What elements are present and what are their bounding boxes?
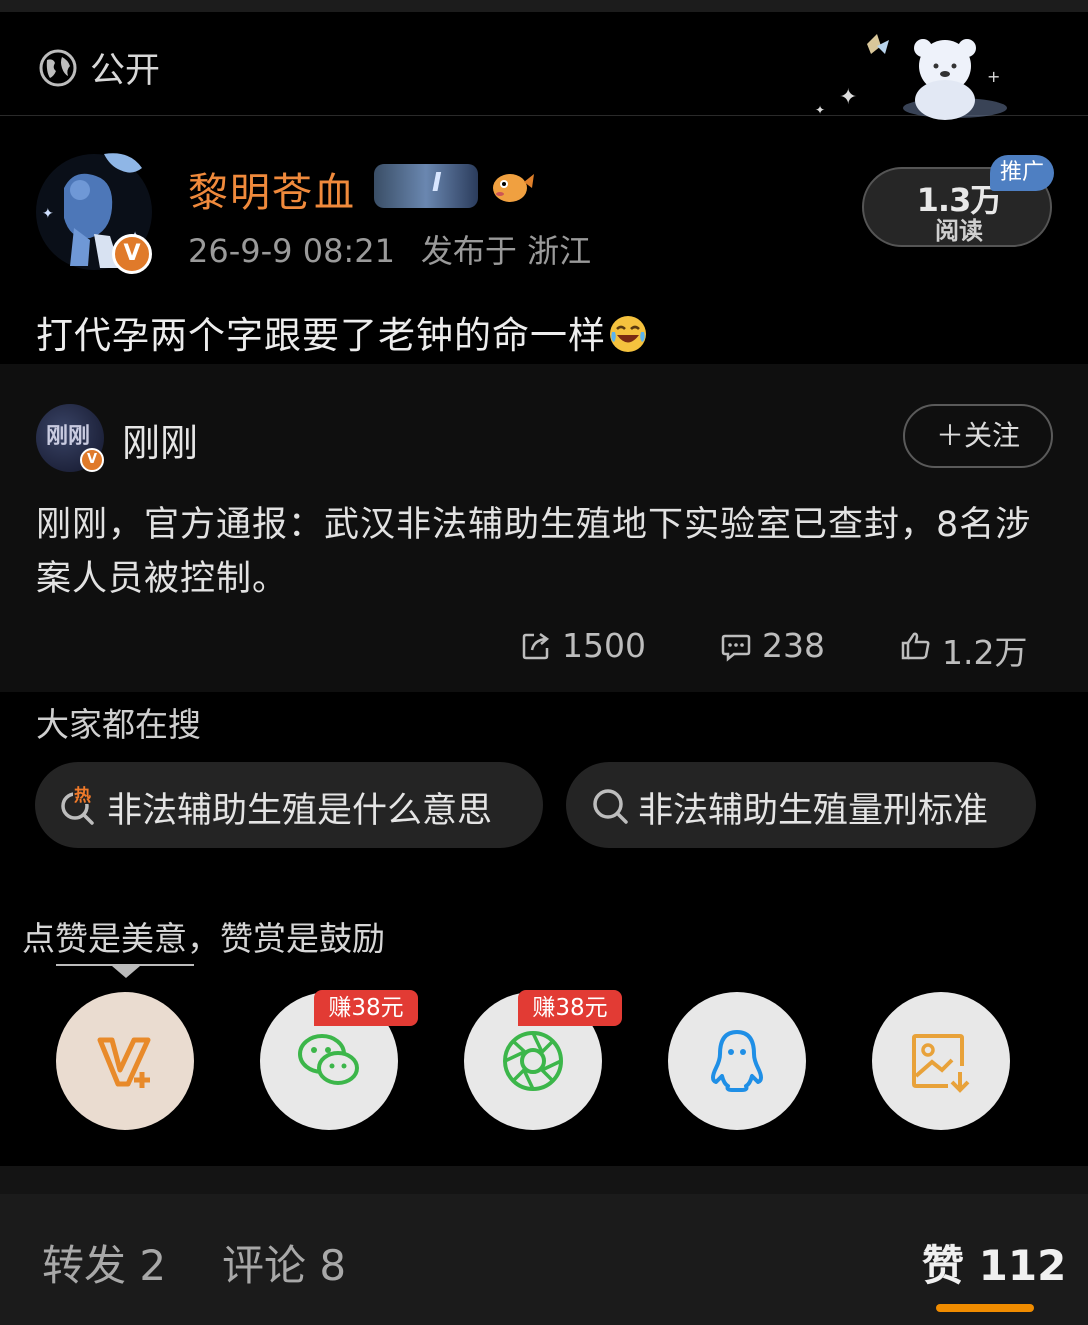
trending-search-chip[interactable]: 非法辅助生殖量刑标准 <box>566 762 1036 848</box>
quoted-post-text: 刚刚，官方通报：武汉非法辅助生殖地下实验室已查封，8名涉案人员被控制。 <box>36 505 1032 599</box>
post-body: 打代孕两个字跟要了老钟的命一样 <box>36 314 606 357</box>
reward-tip: 点赞是美意，赞赏是鼓励 <box>22 919 385 958</box>
quoted-verified-badge: V <box>80 448 104 472</box>
search-icon <box>593 789 628 824</box>
post-text: 打代孕两个字跟要了老钟的命一样 <box>36 305 648 359</box>
trending-search-title: 大家都在搜 <box>36 705 201 744</box>
active-tab-indicator <box>936 1304 1034 1312</box>
share-qq-button[interactable] <box>668 992 806 1130</box>
earn-badge: 赚38元 <box>314 990 418 1026</box>
earn-badge: 赚38元 <box>518 990 622 1026</box>
hot-search-icon: 热 <box>61 784 95 825</box>
quoted-like-count: 1.2万 <box>942 633 1028 672</box>
quoted-avatar-text: 刚刚 <box>46 424 91 449</box>
quoted-post-card[interactable]: 刚刚 V 刚刚 ＋关注 刚刚，官方通报：武汉非法辅助生殖地下实验室已查封，8名涉… <box>0 364 1088 692</box>
save-image-button[interactable] <box>872 992 1010 1130</box>
tip-pointer <box>112 966 140 978</box>
post-location: 发布于 浙江 <box>420 232 592 270</box>
post-timestamp: 26-9-9 08:21 <box>188 232 395 270</box>
author-verified-badge: V <box>112 234 152 274</box>
quoted-repost-count: 1500 <box>562 626 646 665</box>
teddy-bear-decoration: ✦ ✦ + <box>815 34 1007 120</box>
visibility-label: 公开 <box>90 51 161 91</box>
wechat-icon <box>298 1034 359 1085</box>
reward-button[interactable] <box>56 992 194 1130</box>
repost-icon <box>522 632 550 660</box>
share-wechat-button[interactable]: 赚38元 <box>260 990 418 1130</box>
visibility-row: 公开 ✦ ✦ + <box>0 12 1088 120</box>
author-name[interactable]: 黎明苍血 <box>188 160 356 218</box>
svg-text:✦: ✦ <box>815 103 825 117</box>
save-image-icon <box>912 1034 970 1093</box>
tab-comment[interactable]: 评论 8 <box>222 1232 346 1293</box>
top-strip <box>0 0 1088 12</box>
read-label: 阅读 <box>935 217 983 245</box>
v-plus-reward-icon <box>97 1037 151 1088</box>
laugh-cry-emoji-icon <box>610 316 646 352</box>
promote-badge[interactable]: 推广 <box>990 155 1054 191</box>
interaction-tab-bar: 转发 2 评论 8 赞 112 <box>0 1194 1088 1325</box>
quoted-comment-count: 238 <box>762 626 825 665</box>
thumbs-up-icon <box>901 632 930 660</box>
qq-icon <box>711 1030 763 1092</box>
moments-icon <box>503 1031 563 1091</box>
trending-search-chip[interactable]: 热 非法辅助生殖是什么意思 <box>35 762 543 848</box>
trending-search-text: 非法辅助生殖量刑标准 <box>638 791 989 831</box>
section-divider <box>0 1166 1088 1194</box>
tab-repost[interactable]: 转发 2 <box>42 1232 166 1293</box>
pufferfish-badge-icon[interactable] <box>490 166 534 206</box>
svg-text:+: + <box>987 67 1000 86</box>
svg-text:✦: ✦ <box>839 85 857 110</box>
post-meta: 26-9-9 08:21 发布于 浙江 <box>188 226 591 272</box>
comment-icon <box>721 634 751 662</box>
hot-label: 热 <box>74 785 91 806</box>
fan-medal-badge[interactable]: I <box>374 164 478 208</box>
follow-button[interactable]: ＋关注 <box>903 404 1053 468</box>
fan-medal-text: I <box>432 168 442 198</box>
svg-text:✦: ✦ <box>42 206 54 222</box>
share-moments-button[interactable]: 赚38元 <box>464 990 622 1130</box>
globe-icon <box>39 49 77 87</box>
trending-search-text: 非法辅助生殖是什么意思 <box>107 791 493 831</box>
quoted-author-name[interactable]: 刚刚 <box>122 412 198 467</box>
tab-like[interactable]: 赞 112 <box>922 1232 1066 1293</box>
